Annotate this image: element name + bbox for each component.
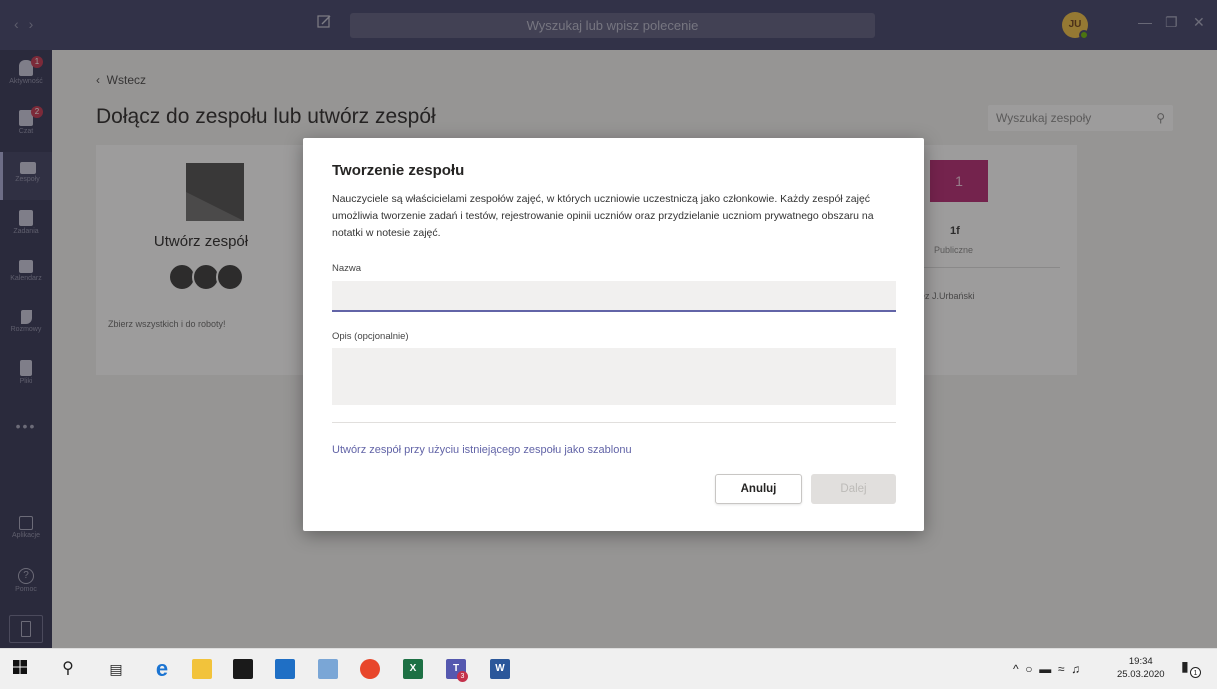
next-button[interactable]: Dalej bbox=[811, 474, 896, 504]
teams-badge: 3 bbox=[457, 671, 468, 682]
divider bbox=[332, 422, 896, 423]
name-label: Nazwa bbox=[332, 263, 362, 274]
task-view-icon[interactable]: ▤ bbox=[106, 659, 126, 679]
team-name-input[interactable] bbox=[332, 281, 896, 312]
edge-icon[interactable]: e bbox=[152, 658, 172, 680]
team-description-input[interactable] bbox=[332, 348, 896, 405]
app-icon[interactable] bbox=[318, 659, 338, 679]
windows-start-icon[interactable] bbox=[10, 659, 30, 679]
create-team-dialog: Tworzenie zespołu Nauczyciele są właścic… bbox=[303, 138, 924, 531]
date: 25.03.2020 bbox=[1117, 669, 1165, 680]
cancel-button[interactable]: Anuluj bbox=[715, 474, 802, 504]
notification-count: 1 bbox=[1190, 667, 1201, 678]
search-icon[interactable]: ⚲ bbox=[58, 659, 78, 679]
description-label: Opis (opcjonalnie) bbox=[332, 331, 409, 342]
dialog-title: Tworzenie zespołu bbox=[332, 162, 465, 179]
word-icon[interactable]: W bbox=[490, 659, 510, 679]
file-explorer-icon[interactable] bbox=[192, 659, 212, 679]
taskbar: ⚲ ▤ e X T 3 W ^ ○ ▬ ≈ ♫ 19:34 25.03.2020… bbox=[0, 648, 1217, 689]
template-link[interactable]: Utwórz zespół przy użyciu istniejącego z… bbox=[332, 444, 632, 456]
chrome-icon[interactable] bbox=[360, 659, 380, 679]
system-tray[interactable]: ^ ○ ▬ ≈ ♫ bbox=[1013, 662, 1080, 676]
time: 19:34 bbox=[1128, 656, 1153, 667]
notification-center-icon[interactable]: ▮ 1 bbox=[1181, 658, 1203, 680]
excel-icon[interactable]: X bbox=[403, 659, 423, 679]
dialog-description: Nauczyciele są właścicielami zespołów za… bbox=[332, 193, 874, 239]
mail-icon[interactable] bbox=[275, 659, 295, 679]
store-icon[interactable] bbox=[233, 659, 253, 679]
clock[interactable]: 19:34 25.03.2020 bbox=[1117, 655, 1165, 681]
